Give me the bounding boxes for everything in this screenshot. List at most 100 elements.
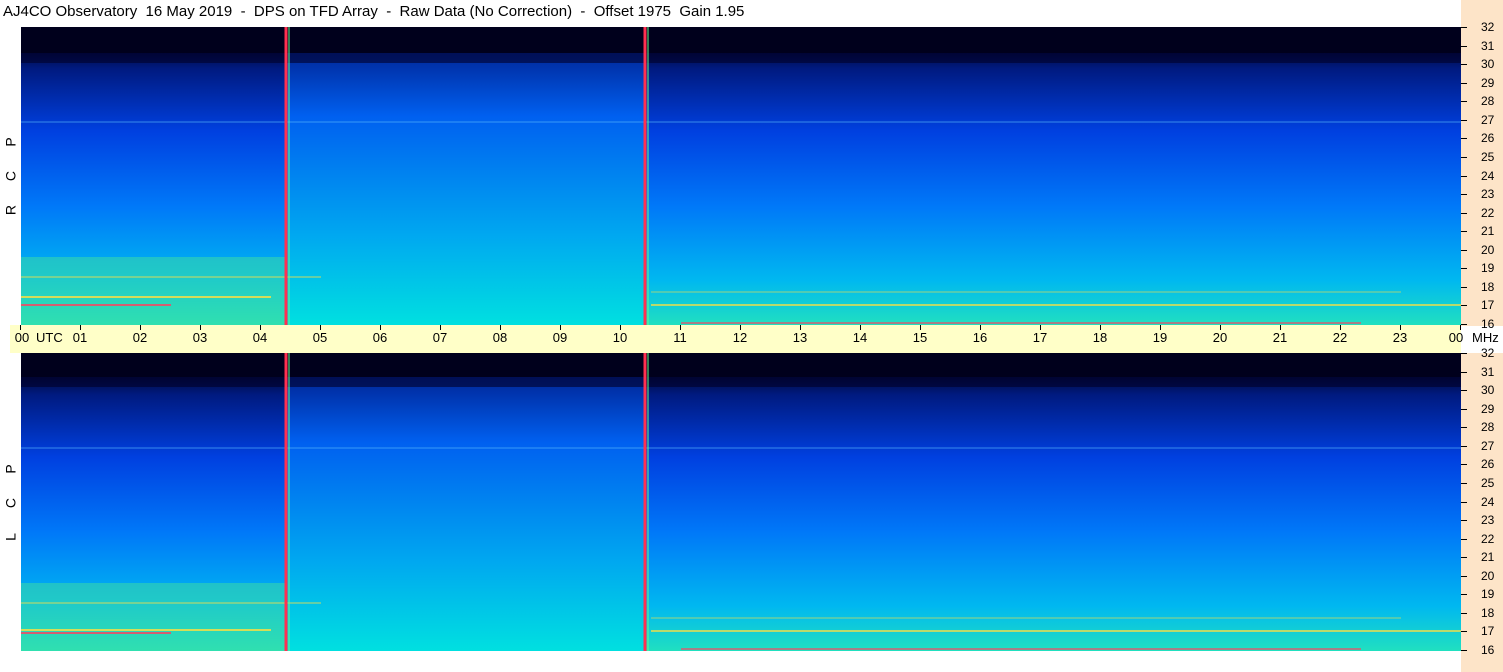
- freq-tick-label: 28: [1481, 420, 1495, 435]
- freq-tick-mark: [1461, 82, 1467, 84]
- time-tick-label: 14: [852, 330, 868, 345]
- freq-tick-mark: [1461, 101, 1467, 103]
- freq-tick-label: 32: [1481, 20, 1495, 34]
- freq-tick-label: 31: [1481, 38, 1495, 53]
- freq-tick-label: 18: [1481, 605, 1495, 620]
- time-tick-label: 06: [372, 330, 388, 345]
- freq-tick-label: 21: [1481, 550, 1495, 565]
- freq-tick-label: 24: [1481, 168, 1495, 183]
- freq-tick-mark: [1461, 324, 1467, 325]
- spectrogram-title: AJ4CO Observatory 16 May 2019 - DPS on T…: [3, 3, 745, 20]
- freq-tick-label: 30: [1481, 57, 1495, 72]
- freq-tick-mark: [1461, 594, 1467, 596]
- freq-tick-mark: [1461, 575, 1467, 577]
- mhz-unit-label: MHz: [1472, 330, 1499, 345]
- rcp-spectrogram-image: [21, 27, 1461, 325]
- freq-tick-mark: [1461, 390, 1467, 392]
- time-tick-label: 19: [1152, 330, 1168, 345]
- time-tick-label: 16: [972, 330, 988, 345]
- freq-tick-mark: [1461, 268, 1467, 270]
- freq-tick-label: 25: [1481, 149, 1495, 164]
- freq-tick-mark: [1461, 194, 1467, 196]
- freq-tick-label: 29: [1481, 75, 1495, 90]
- freq-tick-label: 32: [1481, 346, 1495, 360]
- freq-tick-label: 21: [1481, 224, 1495, 239]
- pol-letter-p: P: [2, 137, 19, 147]
- rcp-label: P C R: [0, 125, 21, 227]
- freq-tick-mark: [1461, 27, 1467, 28]
- freq-tick-label: 20: [1481, 568, 1495, 583]
- rcp-spectrogram[interactable]: [21, 27, 1461, 325]
- time-tick-label: 00: [14, 330, 30, 345]
- time-tick-label: 04: [252, 330, 268, 345]
- freq-tick-label: 18: [1481, 279, 1495, 294]
- time-tick-label: 17: [1032, 330, 1048, 345]
- freq-tick-mark: [1461, 305, 1467, 307]
- freq-tick-mark: [1461, 175, 1467, 177]
- freq-tick-label: 17: [1481, 298, 1495, 313]
- freq-tick-mark: [1461, 408, 1467, 410]
- freq-tick-label: 31: [1481, 364, 1495, 379]
- freq-tick-label: 22: [1481, 531, 1495, 546]
- time-tick-label: 23: [1392, 330, 1408, 345]
- freq-tick-label: 16: [1481, 317, 1495, 331]
- freq-tick-mark: [1461, 427, 1467, 429]
- time-tick-label: 12: [732, 330, 748, 345]
- freq-tick-mark: [1461, 445, 1467, 447]
- freq-tick-label: 20: [1481, 242, 1495, 257]
- freq-tick-mark: [1461, 231, 1467, 233]
- time-tick-label: 15: [912, 330, 928, 345]
- freq-tick-label: 23: [1481, 187, 1495, 202]
- time-tick-label: 01: [72, 330, 88, 345]
- freq-tick-mark: [1461, 212, 1467, 214]
- time-tick-label: 08: [492, 330, 508, 345]
- freq-tick-label: 22: [1481, 205, 1495, 220]
- freq-tick-mark: [1461, 520, 1467, 522]
- freq-tick-mark: [1461, 119, 1467, 121]
- time-tick-label: 21: [1272, 330, 1288, 345]
- time-tick-label: 02: [132, 330, 148, 345]
- lcp-spectrogram[interactable]: [21, 353, 1461, 651]
- time-tick-label: 10: [612, 330, 628, 345]
- pol-letter-l: L: [2, 533, 19, 541]
- time-tick-label: 13: [792, 330, 808, 345]
- freq-tick-mark: [1461, 612, 1467, 614]
- time-tick-label: 05: [312, 330, 328, 345]
- freq-tick-mark: [1461, 371, 1467, 373]
- pol-letter-p: P: [2, 464, 19, 474]
- lcp-spectrogram-image: [21, 353, 1461, 651]
- freq-tick-label: 19: [1481, 587, 1495, 602]
- freq-tick-label: 26: [1481, 131, 1495, 146]
- freq-tick-mark: [1461, 64, 1467, 66]
- freq-tick-mark: [1461, 538, 1467, 540]
- rcp-frequency-axis: 32 31 30 29 28 27 26 25 24 23 22 21 20 19 18 17 16: [1461, 0, 1503, 331]
- time-tick-label: 18: [1092, 330, 1108, 345]
- freq-tick-label: 23: [1481, 513, 1495, 528]
- pol-letter-r: R: [2, 204, 19, 216]
- freq-tick-label: 29: [1481, 401, 1495, 416]
- time-tick-label: 20: [1212, 330, 1228, 345]
- freq-tick-mark: [1461, 138, 1467, 140]
- freq-tick-label: 27: [1481, 438, 1495, 453]
- time-tick-label: 09: [552, 330, 568, 345]
- freq-tick-label: 26: [1481, 457, 1495, 472]
- time-tick-label: 00: [1448, 330, 1464, 345]
- freq-tick-label: 16: [1481, 643, 1495, 657]
- freq-tick-mark: [1461, 501, 1467, 503]
- freq-tick-mark: [1461, 650, 1467, 651]
- freq-tick-mark: [1461, 45, 1467, 47]
- freq-tick-mark: [1461, 482, 1467, 484]
- lcp-frequency-axis: 32 31 30 29 28 27 26 25 24 23 22 21 20 19 18 17 16: [1461, 346, 1503, 672]
- freq-tick-label: 27: [1481, 112, 1495, 127]
- freq-tick-label: 17: [1481, 624, 1495, 639]
- freq-tick-label: 25: [1481, 475, 1495, 490]
- freq-tick-label: 24: [1481, 494, 1495, 509]
- freq-tick-mark: [1461, 286, 1467, 288]
- freq-tick-mark: [1461, 464, 1467, 466]
- freq-tick-mark: [1461, 631, 1467, 633]
- freq-tick-mark: [1461, 557, 1467, 559]
- pol-letter-c: C: [2, 497, 19, 509]
- freq-tick-mark: [1461, 156, 1467, 158]
- pol-letter-c: C: [2, 170, 19, 182]
- time-tick-label: 07: [432, 330, 448, 345]
